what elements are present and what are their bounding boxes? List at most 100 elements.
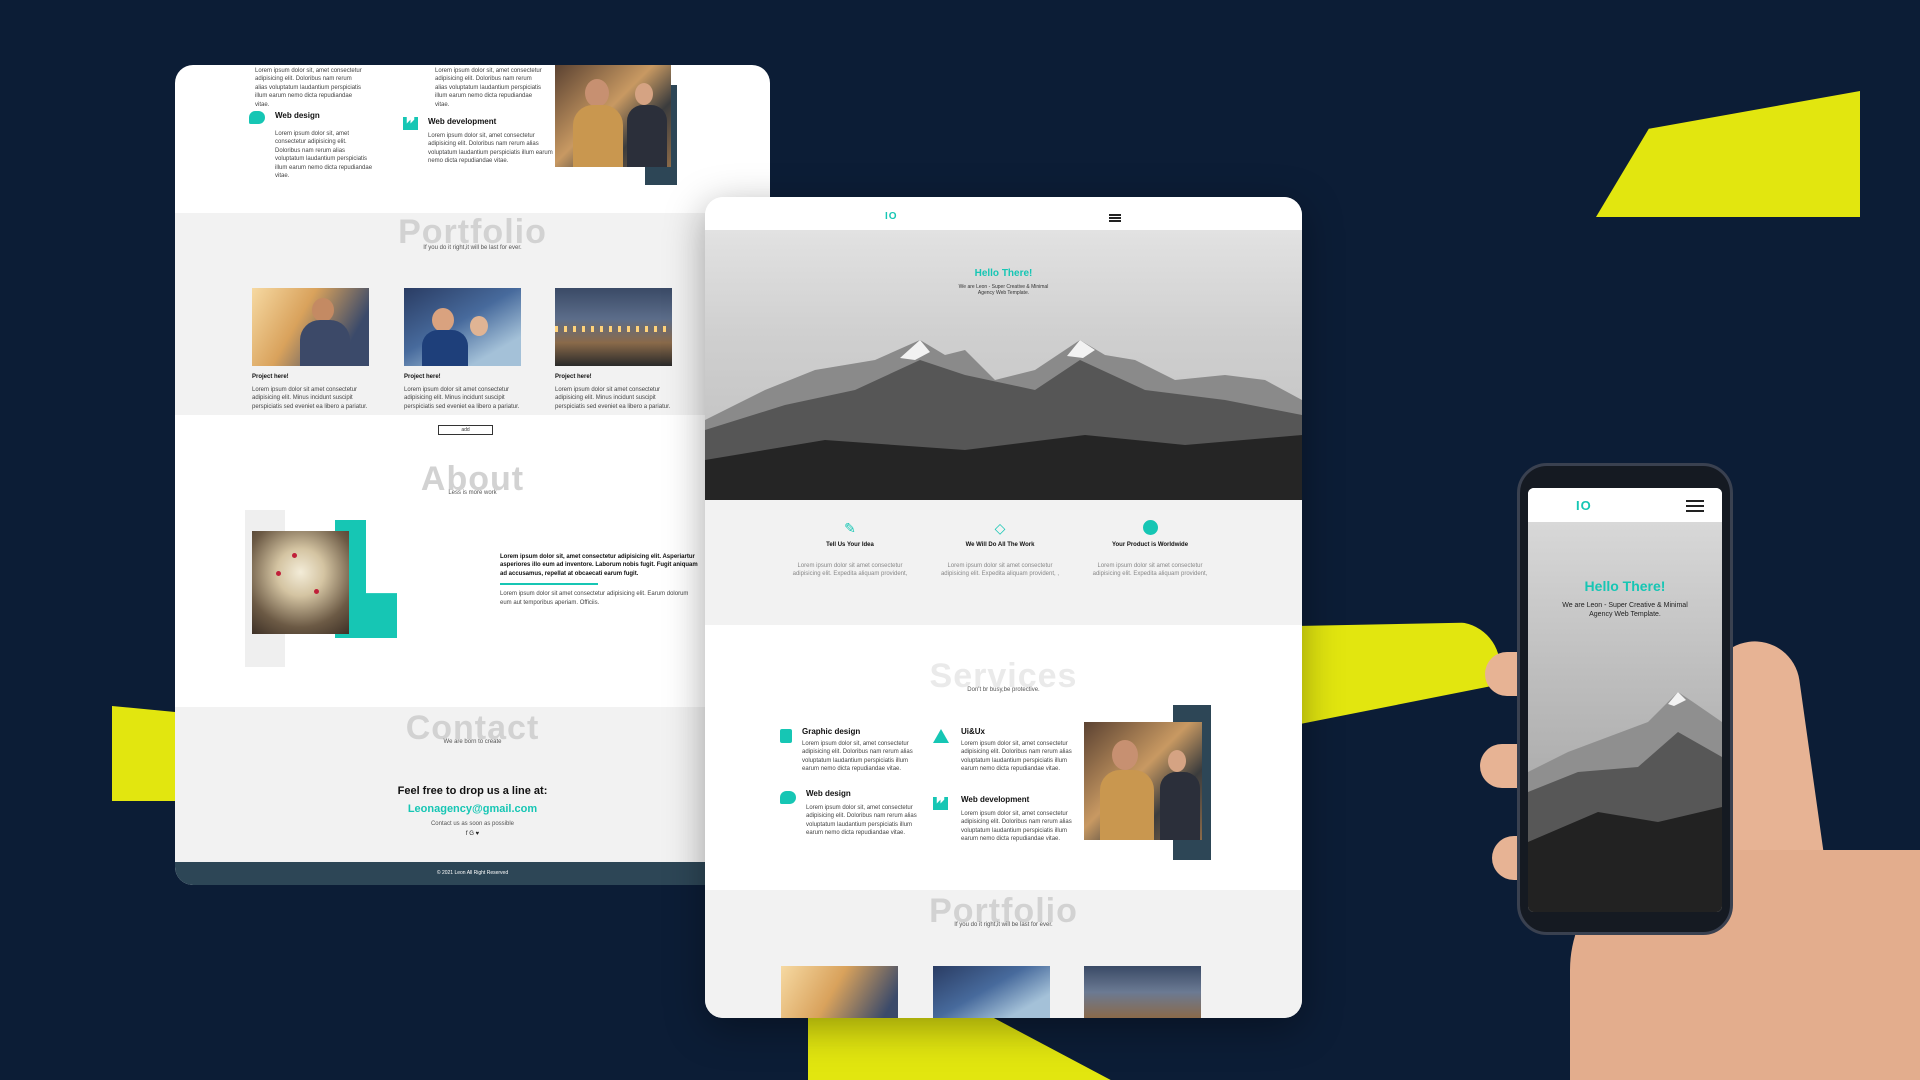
service-item-graphic-design: Graphic design Lorem ipsum dolor sit, am… [780,727,920,774]
feature-card: ✎ Tell Us Your Idea Lorem ipsum dolor si… [785,520,915,579]
feature-desc: Lorem ipsum dolor sit amet consectetur a… [1092,563,1208,578]
about-section: About Less is more work Lorem ipsum dolo… [175,460,770,705]
footer-copyright: © 2021 Leon All Right Reserved [436,870,509,876]
phone-screen: IO Hello There! We are Leon - Super Crea… [1528,488,1722,912]
yellow-shape-top-right [1596,91,1860,217]
project-card[interactable]: Project here! Lorem ipsum dolor sit amet… [404,288,522,411]
website-preview-left: Lorem ipsum dolor sit, amet consectetur … [175,65,770,885]
portfolio-section: Portfolio If you do it right,it will be … [705,890,1302,1018]
about-bold-text: Lorem ipsum dolor sit, amet consectetur … [500,554,698,577]
navbar: IO [705,197,1302,230]
services-section: Services Don't br busy,be protective. Gr… [705,625,1302,890]
phone-logo[interactable]: IO [1576,498,1592,513]
service-item: Lorem ipsum dolor sit, amet consectetur … [435,67,545,109]
service-title: Web development [961,795,1030,804]
team-photo [555,65,671,167]
service-title: Ui&Ux [961,727,986,736]
portfolio-section: Portfolio If you do it right,it will be … [175,213,770,415]
hamburger-menu-icon[interactable] [1686,500,1704,512]
about-text: Lorem ipsum dolor sit, amet consectetur … [500,553,700,607]
chat-icon [249,111,265,124]
contact-note: Contact us as soon as possible [430,821,515,827]
project-image [252,288,369,366]
logo[interactable]: IO [885,211,898,222]
team-photo [1084,722,1202,840]
service-title: Web development [428,117,497,126]
portfolio-subtitle: If you do it right,it will be last for e… [423,245,522,251]
service-item: Lorem ipsum dolor sit, amet consectetur … [255,67,365,109]
feature-title: Your Product is Worldwide [1111,542,1189,548]
service-desc: Lorem ipsum dolor sit, amet consectetur … [275,131,373,179]
feature-title: Tell Us Your Idea [826,542,874,548]
chart-icon [403,117,418,130]
project-image [404,288,521,366]
about-subtitle: Less is more work [448,490,497,496]
service-desc: Lorem ipsum dolor sit, amet consectetur … [428,133,553,165]
footer: © 2021 Leon All Right Reserved [175,862,770,885]
add-button[interactable]: add [438,425,493,435]
social-icons[interactable]: f G ♥ [175,831,770,837]
contact-line: Feel free to drop us a line at: [397,785,548,797]
contact-email[interactable]: Leonagency@gmail.com [175,803,770,815]
service-title: Graphic design [802,727,861,736]
feature-title: We Will Do All The Work [965,542,1035,548]
phone-hero: Hello There! We are Leon - Super Creativ… [1528,522,1722,912]
phone-device: IO Hello There! We are Leon - Super Crea… [1517,463,1733,935]
magic-wand-icon: ✎ [844,520,856,536]
project-image[interactable] [781,966,898,1018]
features-section: ✎ Tell Us Your Idea Lorem ipsum dolor si… [705,500,1302,625]
hero-title: Hello There! [974,268,1033,279]
hamburger-menu-icon[interactable] [1109,214,1121,222]
service-item-web-development: Web development Lorem ipsum dolor sit, a… [933,795,1078,844]
portfolio-subtitle: If you do it right,it will be last for e… [954,922,1053,928]
service-item-web-design: Web design Lorem ipsum dolor sit, amet c… [249,111,373,180]
project-desc: Lorem ipsum dolor sit amet consectetur a… [555,387,671,410]
service-item-ui-ux: Ui&Ux Lorem ipsum dolor sit, amet consec… [933,727,1073,774]
feature-desc: Lorem ipsum dolor sit amet consectetur a… [792,563,908,578]
diamond-icon: ◇ [994,520,1006,536]
chat-icon [780,791,796,804]
service-item-web-design: Web design Lorem ipsum dolor sit, amet c… [780,789,920,838]
about-body-text: Lorem ipsum dolor sit amet consectetur a… [500,591,689,606]
service-desc: Lorem ipsum dolor sit, amet consectetur … [961,741,1072,773]
project-image [555,288,672,366]
service-desc: Lorem ipsum dolor sit, amet consectetur … [255,68,362,108]
project-image[interactable] [933,966,1050,1018]
service-title: Web design [275,111,320,120]
yellow-shape-bottom [808,1016,1122,1080]
service-desc: Lorem ipsum dolor sit, amet consectetur … [435,68,542,108]
services-subtitle: Don't br busy,be protective. [967,687,1040,693]
project-desc: Lorem ipsum dolor sit amet consectetur a… [252,387,368,410]
phone-navbar: IO [1528,488,1722,522]
chart-icon [933,797,948,810]
feature-card: ◇ We Will Do All The Work Lorem ipsum do… [935,520,1065,579]
phone-hero-title: Hello There! [1584,578,1666,594]
about-divider [500,583,598,586]
phone-hero-line-2: Agency Web Template. [1589,611,1661,618]
project-card[interactable]: Project here! Lorem ipsum dolor sit amet… [555,288,673,411]
website-preview-center: IO Hello There! We are Leon - Super Crea… [705,197,1302,1018]
service-desc: Lorem ipsum dolor sit, amet consectetur … [806,805,917,837]
services-section: Lorem ipsum dolor sit, amet consectetur … [175,65,770,213]
project-title: Project here! [252,374,289,380]
yellow-shape-middle-right [1290,622,1500,726]
contact-section: Contact We are born to create Feel free … [175,707,770,862]
pen-tool-icon [780,729,792,743]
contact-subtitle: We are born to create [443,739,502,745]
tent-icon [933,729,949,743]
hero-line-2: Agency Web Template. [977,290,1030,296]
about-image [252,531,349,634]
service-title: Web design [806,789,851,798]
feature-desc: Lorem ipsum dolor sit amet consectetur a… [940,563,1060,578]
feature-card: Your Product is Worldwide Lorem ipsum do… [1085,520,1215,579]
project-title: Project here! [404,374,441,380]
service-item-web-development: Web development Lorem ipsum dolor sit, a… [403,117,553,166]
project-title: Project here! [555,374,592,380]
phone-hero-line-1: We are Leon - Super Creative & Minimal [1562,602,1688,609]
project-card[interactable]: Project here! Lorem ipsum dolor sit amet… [252,288,370,411]
hero-section: Hello There! We are Leon - Super Creativ… [705,230,1302,500]
service-desc: Lorem ipsum dolor sit, amet consectetur … [802,741,913,773]
project-image[interactable] [1084,966,1201,1018]
globe-icon [1142,520,1158,535]
service-desc: Lorem ipsum dolor sit, amet consectetur … [961,811,1072,843]
